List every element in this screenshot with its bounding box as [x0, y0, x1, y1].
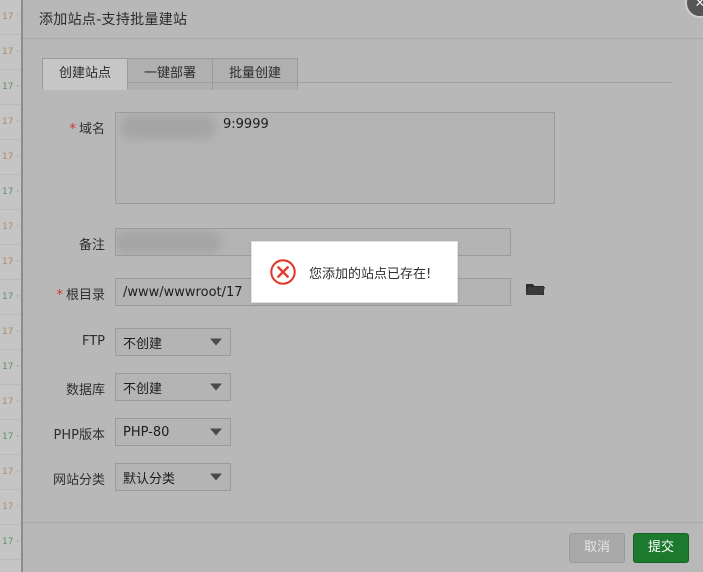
label-site-category: 网站分类 [23, 463, 115, 488]
tab-underline [42, 82, 673, 83]
label-database-text: 数据库 [65, 383, 105, 398]
database-value: 不创建 [123, 381, 163, 397]
label-domain: * 域名 [23, 112, 115, 137]
label-domain-text: 域名 [78, 122, 105, 137]
ftp-value: 不创建 [123, 336, 163, 352]
label-remark: 备注 [23, 228, 115, 253]
site-category-value: 默认分类 [123, 471, 176, 487]
required-marker: * [56, 288, 63, 303]
domain-textarea[interactable]: 9:9999 [115, 112, 555, 204]
form-row-php-version: PHP版本 PHP-80 [23, 418, 703, 446]
required-marker: * [69, 122, 76, 137]
field-php-version: PHP-80 [115, 418, 231, 446]
label-ftp-text: FTP [81, 334, 105, 349]
php-version-value: PHP-80 [123, 424, 170, 440]
form-row-site-category: 网站分类 默认分类 [23, 463, 703, 491]
tab-create-site[interactable]: 创建站点 [42, 58, 129, 90]
error-circle-x-icon [270, 259, 296, 285]
label-site-category-text: 网站分类 [52, 473, 105, 488]
root-dir-value: /www/wwwroot/17 [123, 285, 243, 300]
label-php-version-text: PHP版本 [53, 428, 105, 443]
dialog-header: 添加站点-支持批量建站 [23, 0, 703, 39]
submit-button[interactable]: 提交 [632, 532, 689, 563]
field-domain: 9:9999 [115, 112, 555, 204]
label-ftp: FTP [23, 328, 115, 349]
error-toast-message: 您添加的站点已存在! [309, 266, 432, 282]
add-site-dialog: × 添加站点-支持批量建站 创建站点 一键部署 批量创建 * 域名 9:9999 … [23, 0, 703, 572]
ftp-select[interactable]: 不创建 [115, 328, 231, 356]
label-root-dir: * 根目录 [23, 278, 115, 303]
form-row-ftp: FTP 不创建 [23, 328, 703, 356]
chevron-down-icon [210, 428, 222, 436]
modal-overlay-scrim [0, 0, 22, 572]
label-remark-text: 备注 [78, 238, 105, 253]
cancel-button[interactable]: 取消 [568, 532, 625, 563]
tab-one-click-deploy[interactable]: 一键部署 [127, 58, 214, 90]
close-icon-glyph: × [694, 0, 703, 11]
label-php-version: PHP版本 [23, 418, 115, 443]
label-root-dir-text: 根目录 [65, 288, 105, 303]
label-database: 数据库 [23, 373, 115, 398]
chevron-down-icon [210, 383, 222, 391]
site-category-select[interactable]: 默认分类 [115, 463, 231, 491]
dialog-footer: 取消 提交 [23, 522, 703, 572]
error-toast: 您添加的站点已存在! [251, 241, 458, 303]
tab-bar: 创建站点 一键部署 批量创建 [42, 58, 703, 90]
field-site-category: 默认分类 [115, 463, 231, 491]
redaction-blur [120, 115, 216, 139]
database-select[interactable]: 不创建 [115, 373, 231, 401]
form-row-database: 数据库 不创建 [23, 373, 703, 401]
redaction-blur [116, 231, 222, 253]
folder-icon[interactable] [525, 281, 545, 297]
chevron-down-icon [210, 473, 222, 481]
form-row-domain: * 域名 9:9999 [23, 112, 703, 204]
tab-batch-create[interactable]: 批量创建 [212, 58, 299, 90]
php-version-select[interactable]: PHP-80 [115, 418, 231, 446]
field-database: 不创建 [115, 373, 231, 401]
domain-value: 9:9999 [223, 117, 269, 132]
chevron-down-icon [210, 338, 222, 346]
field-ftp: 不创建 [115, 328, 231, 356]
dialog-title: 添加站点-支持批量建站 [39, 12, 188, 28]
